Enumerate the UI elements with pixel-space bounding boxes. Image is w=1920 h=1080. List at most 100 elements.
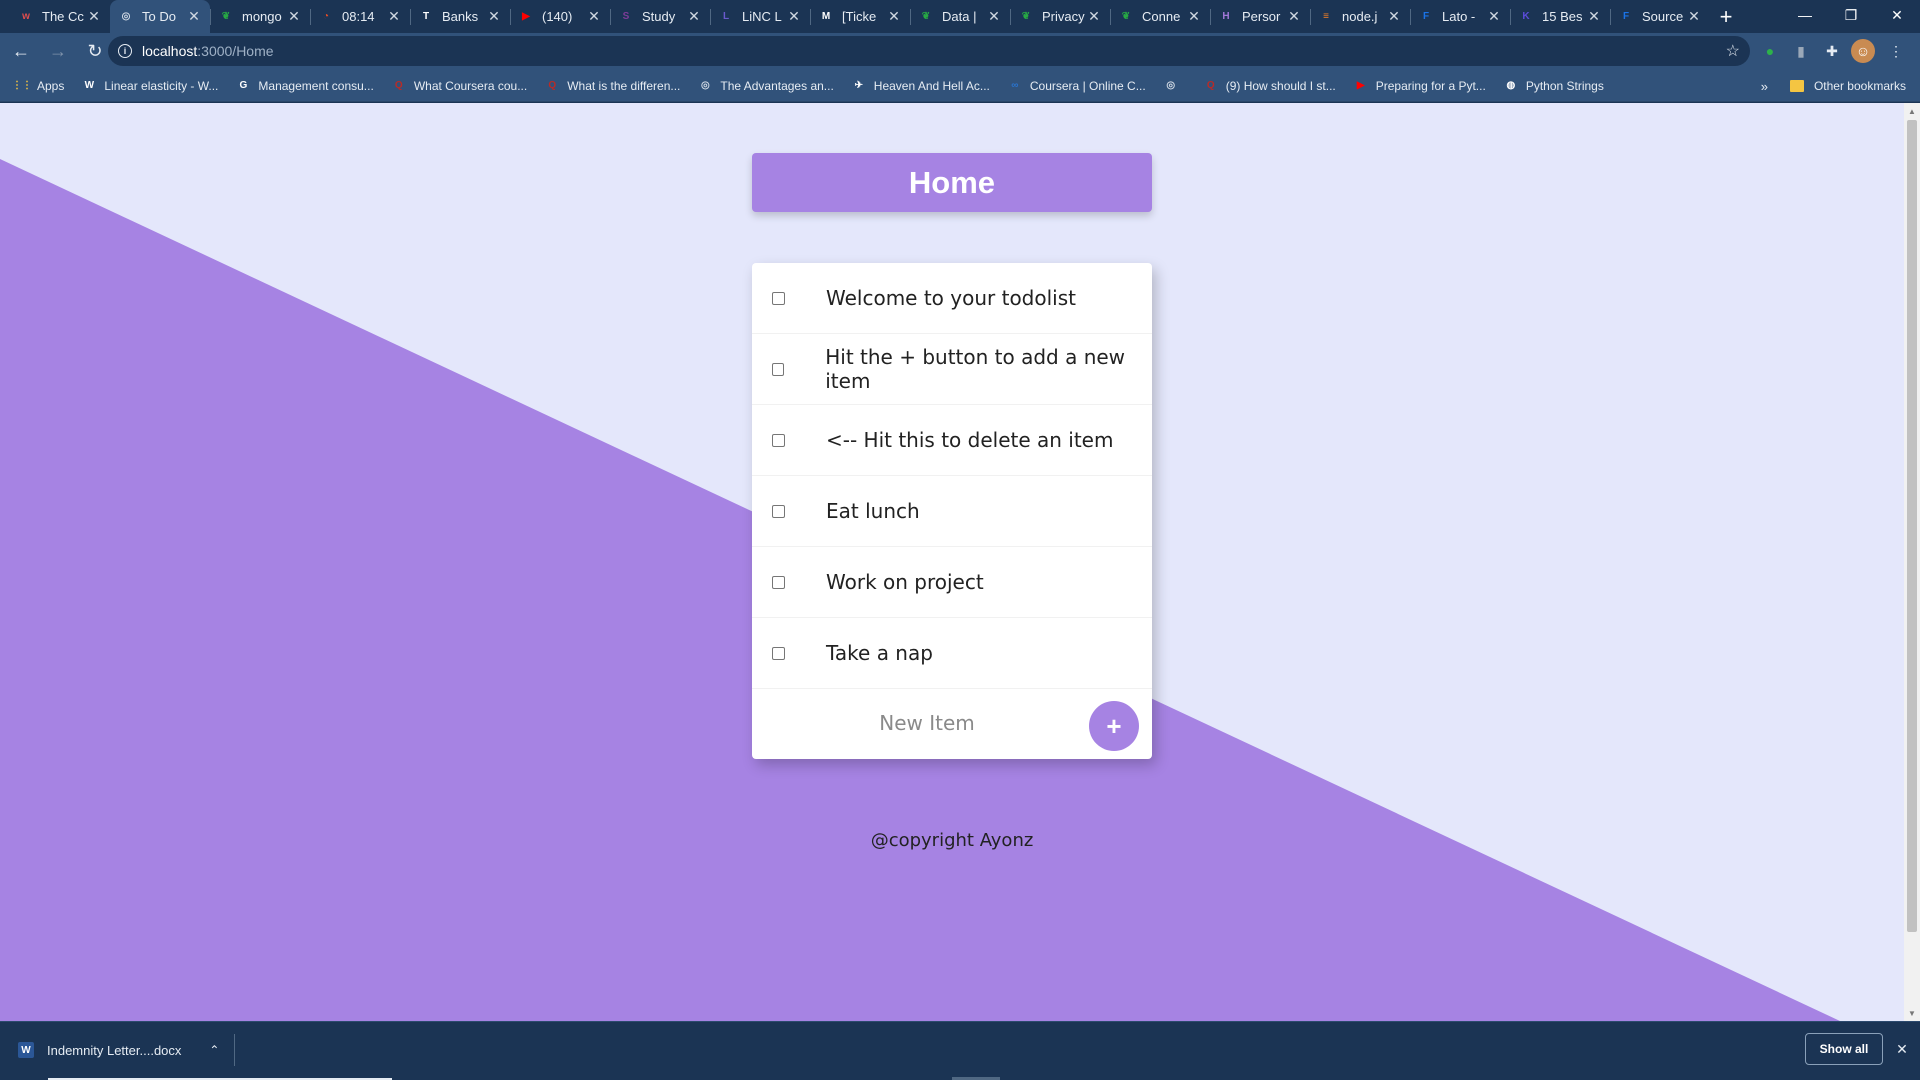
browser-tab[interactable]: ❦ Conne ✕ (1110, 0, 1210, 33)
evernote-extension-icon[interactable]: ● (1758, 39, 1782, 63)
browser-tab[interactable]: H Persor ✕ (1210, 0, 1310, 33)
scroll-down-arrow-icon[interactable]: ▼ (1904, 1005, 1920, 1021)
close-tab-icon[interactable]: ✕ (186, 8, 202, 25)
tab-title: Banks (442, 9, 479, 24)
bookmark-label: Management consu... (258, 78, 374, 93)
bookmark-label: What is the differen... (567, 78, 681, 93)
add-item-button[interactable]: + (1089, 701, 1139, 751)
minimize-button[interactable]: — (1782, 0, 1828, 30)
close-tab-icon[interactable]: ✕ (286, 8, 302, 25)
browser-tab[interactable]: K 15 Bes ✕ (1510, 0, 1610, 33)
quora-icon: Q (394, 80, 403, 91)
bookmark-item[interactable]: W Linear elasticity - W... (81, 78, 219, 94)
todo-checkbox[interactable] (772, 646, 785, 660)
browser-tab[interactable]: ❦ Privacy ✕ (1010, 0, 1110, 33)
bookmark-label: Apps (37, 78, 65, 93)
todo-checkbox[interactable] (772, 504, 785, 518)
browser-tab[interactable]: ▶ (140) ✕ (510, 0, 610, 33)
bookmark-item[interactable]: ◍ Python Strings (1503, 78, 1603, 94)
browser-tab[interactable]: S Study ✕ (610, 0, 710, 33)
site-info-icon[interactable]: i (118, 44, 132, 58)
google-fonts-icon: F (1622, 11, 1630, 22)
bookmark-item[interactable]: ◎ (1163, 78, 1186, 94)
browser-tab[interactable]: ❦ mongo ✕ (210, 0, 310, 33)
scroll-up-arrow-icon[interactable]: ▲ (1904, 103, 1920, 119)
quora-icon: Q (1206, 80, 1215, 91)
close-tab-icon[interactable]: ✕ (1386, 8, 1402, 25)
profile-avatar[interactable]: ☺ (1851, 39, 1875, 63)
bookmarks-overflow-button[interactable]: » (1761, 79, 1768, 94)
close-tab-icon[interactable]: ✕ (1086, 8, 1102, 25)
bookmark-label: Heaven And Hell Ac... (873, 78, 990, 93)
close-tab-icon[interactable]: ✕ (986, 8, 1002, 25)
close-tab-icon[interactable]: ✕ (1486, 8, 1502, 25)
close-tab-icon[interactable]: ✕ (1186, 8, 1202, 25)
new-tab-button[interactable]: + (1710, 0, 1742, 33)
close-tab-icon[interactable]: ✕ (1586, 8, 1602, 25)
bookmark-item[interactable]: ∞ Coursera | Online C... (1007, 78, 1145, 94)
browser-tab[interactable]: ≡ node.j ✕ (1310, 0, 1410, 33)
reload-icon: ↻ (87, 41, 103, 61)
browser-tab[interactable]: ◔ 08:14 ✕ (310, 0, 410, 33)
browser-tab[interactable]: T Banks ✕ (410, 0, 510, 33)
new-item-input[interactable]: New Item (782, 703, 1072, 743)
reload-button[interactable]: ↻ (79, 37, 111, 67)
todo-checkbox[interactable] (772, 575, 785, 589)
restore-button[interactable]: ❐ (1828, 0, 1874, 30)
footer-copyright: @copyright Ayonz (870, 830, 1034, 851)
close-tab-icon[interactable]: ✕ (686, 8, 702, 25)
page-scrollbar[interactable]: ▲ ▼ (1904, 103, 1920, 1021)
bookmark-item[interactable]: Q (9) How should I st... (1203, 78, 1336, 94)
menu-kebab-icon[interactable]: ⋮ (1884, 39, 1908, 63)
close-shelf-button[interactable]: ✕ (1892, 1033, 1912, 1065)
wikipedia-icon: W (84, 80, 95, 91)
bookmark-item[interactable]: ⋮⋮ Apps (12, 78, 65, 94)
bookmark-star-icon[interactable]: ☆ (1726, 41, 1740, 61)
show-all-button[interactable]: Show all (1805, 1033, 1883, 1065)
browser-tab[interactable]: F Lato - ✕ (1410, 0, 1510, 33)
browser-tab[interactable]: ◎ To Do ✕ (110, 0, 210, 33)
other-bookmarks-button[interactable]: Other bookmarks (1814, 79, 1906, 93)
todo-item-text: Hit the + button to add a new item (825, 345, 1126, 393)
forward-button[interactable]: → (42, 37, 74, 67)
todo-checkbox[interactable] (772, 362, 785, 376)
close-tab-icon[interactable]: ✕ (86, 8, 102, 25)
browser-tab[interactable]: ❦ Data | ✕ (910, 0, 1010, 33)
bookmark-item[interactable]: Q What is the differen... (544, 78, 680, 94)
browser-tab[interactable]: w The Cc ✕ (10, 0, 110, 33)
window-controls: — ❐ ✕ (1782, 0, 1920, 30)
bookmark-item[interactable]: Q What Coursera cou... (391, 78, 527, 94)
scrollbar-thumb[interactable] (1907, 120, 1917, 932)
close-tab-icon[interactable]: ✕ (386, 8, 402, 25)
close-tab-icon[interactable]: ✕ (1286, 8, 1302, 25)
close-tab-icon[interactable]: ✕ (486, 8, 502, 25)
bookmark-item[interactable]: ✈ Heaven And Hell Ac... (851, 78, 990, 94)
bookmark-label: (9) How should I st... (1225, 78, 1336, 93)
tab-title: Data | (942, 9, 977, 24)
back-button[interactable]: ← (5, 37, 37, 67)
close-tab-icon[interactable]: ✕ (886, 8, 902, 25)
todo-item-text: Eat lunch (826, 499, 920, 523)
todo-checkbox[interactable] (772, 291, 785, 305)
browser-tab[interactable]: L LiNC L ✕ (710, 0, 810, 33)
address-bar[interactable]: i localhost :3000/Home ☆ (108, 36, 1750, 66)
close-tab-icon[interactable]: ✕ (586, 8, 602, 25)
chevron-up-icon[interactable]: ⌃ (209, 1043, 219, 1057)
close-window-button[interactable]: ✕ (1874, 0, 1920, 30)
close-tab-icon[interactable]: ✕ (786, 8, 802, 25)
extensions-puzzle-icon[interactable]: ✚ (1820, 39, 1844, 63)
tab-title: 08:14 (342, 9, 375, 24)
bookmark-label: The Advantages an... (720, 78, 834, 93)
bookmark-item[interactable]: ▶ Preparing for a Pyt... (1353, 78, 1486, 94)
download-item[interactable]: W Indemnity Letter....docx ⌃ (18, 1022, 219, 1078)
bookmark-item[interactable]: G Management consu... (235, 78, 374, 94)
bookmark-item[interactable]: ◎ The Advantages an... (697, 78, 834, 94)
todo-item: Hit the + button to add a new item (752, 334, 1152, 405)
todo-checkbox[interactable] (772, 433, 785, 447)
browser-tab[interactable]: F Source ✕ (1610, 0, 1710, 33)
tab-title: Persor (1242, 9, 1281, 24)
extension-icon[interactable]: ▮ (1789, 39, 1813, 63)
word-document-icon: W (18, 1042, 34, 1058)
close-tab-icon[interactable]: ✕ (1686, 8, 1702, 25)
browser-tab[interactable]: M [Ticke ✕ (810, 0, 910, 33)
